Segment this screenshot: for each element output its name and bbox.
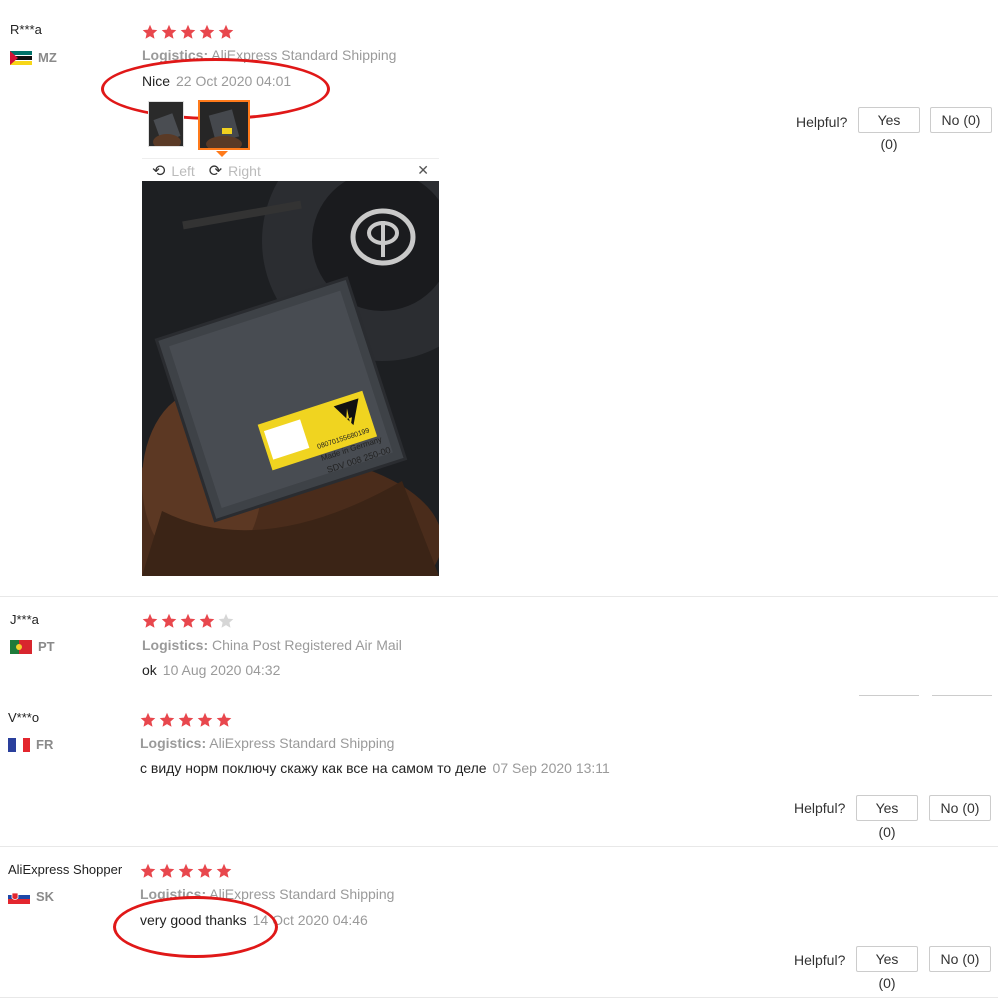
- thumbnail-pointer: [216, 151, 228, 157]
- helpful-no-button[interactable]: No (0): [930, 107, 992, 133]
- star-filled-icon: [197, 863, 213, 878]
- logistics-value: China Post Registered Air Mail: [212, 637, 402, 653]
- flag-sk-icon: [8, 889, 30, 904]
- logistics-value: AliExpress Standard Shipping: [209, 735, 395, 751]
- helpful-label: Helpful?: [794, 800, 846, 816]
- logistics-info: Logistics: AliExpress Standard Shipping: [140, 735, 394, 751]
- helpful-no-button[interactable]: No (0): [929, 795, 991, 821]
- rotate-left-icon[interactable]: ⟲: [152, 161, 165, 181]
- star-filled-icon: [199, 613, 215, 628]
- helpful-label: Helpful?: [796, 114, 848, 130]
- flag-pt-icon: [10, 639, 32, 654]
- annotation-ellipse: [113, 896, 278, 958]
- star-filled-icon: [142, 613, 158, 628]
- star-filled-icon: [159, 863, 175, 878]
- flag-mz-icon: [10, 50, 32, 65]
- feedback-text: ok 10 Aug 2020 04:32: [142, 662, 280, 678]
- star-filled-icon: [216, 863, 232, 878]
- reviewer-country: MZ: [10, 50, 57, 65]
- close-icon[interactable]: ✕: [417, 162, 429, 179]
- review-photo-large: SDV 008 250-00 Made in Germany 080701556…: [142, 181, 439, 576]
- reviewer-country: PT: [10, 639, 55, 654]
- star-filled-icon: [199, 24, 215, 39]
- review-photo-thumbnail-active[interactable]: [198, 100, 250, 150]
- reviewer-name: J***a: [10, 612, 39, 627]
- feedback-text: с виду норм поключу скажу как все на сам…: [140, 760, 610, 776]
- rotate-right-icon[interactable]: ⟳: [209, 161, 222, 181]
- star-filled-icon: [142, 24, 158, 39]
- star-empty-icon: [218, 613, 234, 628]
- rating-stars: [140, 863, 232, 879]
- reviewer-country: SK: [8, 889, 54, 904]
- reviewer-name: V***o: [8, 710, 40, 725]
- feedback-date: 10 Aug 2020 04:32: [162, 662, 281, 678]
- star-filled-icon: [180, 613, 196, 628]
- helpful-yes-button[interactable]: Yes (0): [856, 795, 918, 840]
- star-filled-icon: [161, 613, 177, 628]
- review-divider: [0, 846, 998, 847]
- country-code: FR: [36, 737, 54, 752]
- star-filled-icon: [197, 712, 213, 727]
- review-divider: [0, 997, 998, 998]
- helpful-yes-button[interactable]: Yes (0): [858, 107, 920, 152]
- star-filled-icon: [178, 712, 194, 727]
- star-filled-icon: [161, 24, 177, 39]
- star-filled-icon: [140, 863, 156, 878]
- star-filled-icon: [180, 24, 196, 39]
- helpful-label: Helpful?: [794, 952, 846, 968]
- feedback-content: ok: [142, 662, 157, 678]
- helpful-yes-button[interactable]: Yes (0): [856, 946, 918, 991]
- country-code: MZ: [38, 50, 57, 65]
- review-divider: [0, 596, 998, 597]
- flag-fr-icon: [8, 737, 30, 752]
- rating-stars: [140, 712, 232, 728]
- logistics-label: Logistics:: [140, 735, 207, 751]
- logistics-info: Logistics: China Post Registered Air Mai…: [142, 637, 402, 653]
- star-filled-icon: [216, 712, 232, 727]
- feedback-content: с виду норм поключу скажу как все на сам…: [140, 760, 487, 776]
- country-code: SK: [36, 889, 55, 904]
- country-code: PT: [38, 639, 55, 654]
- helpful-yes-button-clipped: [859, 695, 919, 696]
- star-filled-icon: [140, 712, 156, 727]
- star-filled-icon: [159, 712, 175, 727]
- star-filled-icon: [218, 24, 234, 39]
- review-photo-thumbnail[interactable]: [148, 101, 184, 147]
- rotate-right-button[interactable]: Right: [228, 163, 261, 179]
- logistics-label: Logistics:: [142, 637, 209, 653]
- rating-stars: [142, 613, 234, 629]
- reviewer-name: R***a: [10, 22, 42, 37]
- reviewer-country: FR: [8, 737, 53, 752]
- helpful-no-button-clipped: [932, 695, 992, 696]
- reviewer-name: AliExpress Shopper: [8, 862, 123, 877]
- feedback-date: 07 Sep 2020 13:11: [492, 760, 610, 776]
- star-filled-icon: [178, 863, 194, 878]
- helpful-no-button[interactable]: No (0): [929, 946, 991, 972]
- photo-viewer-toolbar: ⟲ Left ⟳ Right ✕: [142, 158, 439, 181]
- rotate-left-button[interactable]: Left: [171, 163, 194, 179]
- rating-stars: [142, 24, 234, 40]
